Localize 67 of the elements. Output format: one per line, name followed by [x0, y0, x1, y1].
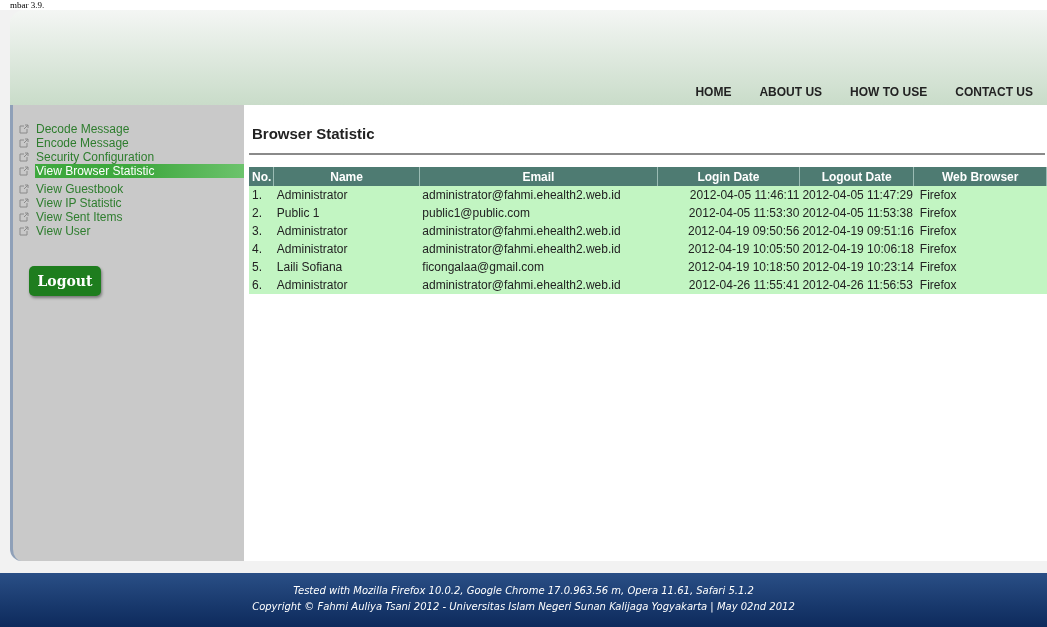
- table-cell: ficongalaa@gmail.com: [419, 258, 658, 276]
- external-link-icon: [19, 138, 29, 148]
- table-cell: Public 1: [273, 204, 420, 222]
- table-cell: 5.: [249, 258, 274, 276]
- footer-text: Tested with Mozilla Firefox 10.0.2, Google Chrome 17.0.963.56 m, Opera 11.61, Safari 5.1.2: [293, 584, 754, 598]
- page-title: Browser Statistic: [251, 124, 376, 144]
- table-cell: 2012-04-19 10:23:14: [799, 258, 914, 276]
- column-header: No.: [249, 167, 274, 186]
- column-header: Login Date: [657, 167, 800, 186]
- table-cell: Firefox: [913, 222, 1047, 240]
- footer-text: Copyright © Fahmi Auliya Tsani 2012 - Universitas Islam Negeri Sunan Kalijaga Yogyakarta | May 02nd 2012: [252, 600, 795, 615]
- column-header: Email: [419, 167, 658, 186]
- table-cell: 2.: [249, 204, 274, 222]
- table-cell: administrator@fahmi.ehealth2.web.id: [419, 186, 658, 204]
- table-cell: 2012-04-19 09:50:56: [657, 222, 800, 240]
- table-cell: Administrator: [273, 222, 420, 240]
- table-cell: 3.: [249, 222, 274, 240]
- table-cell: 2012-04-05 11:53:38: [799, 204, 914, 222]
- sidebar-link[interactable]: Security Configuration: [35, 150, 244, 164]
- sidebar-link[interactable]: Decode Message: [35, 122, 244, 136]
- table-cell: Firefox: [913, 276, 1047, 294]
- table-cell: Administrator: [273, 186, 420, 204]
- external-link-icon: [19, 184, 29, 194]
- column-header: Name: [273, 167, 420, 186]
- table-cell: 2012-04-26 11:56:53: [799, 276, 914, 294]
- table-cell: 2012-04-05 11:46:11: [657, 186, 800, 204]
- table-cell: Laili Sofiana: [273, 258, 420, 276]
- nav-link[interactable]: CONTACT US: [955, 83, 1033, 101]
- sidebar-link[interactable]: View User: [35, 224, 244, 238]
- table-cell: 2012-04-19 10:05:50: [657, 240, 800, 258]
- external-link-icon: [19, 212, 29, 222]
- column-header: Logout Date: [799, 167, 914, 186]
- caption: mbar 3.9.: [10, 0, 45, 10]
- nav-link[interactable]: HOW TO USE: [850, 83, 928, 101]
- external-link-icon: [19, 166, 29, 176]
- nav-link[interactable]: HOME: [695, 83, 732, 101]
- table-cell: 2012-04-26 11:55:41: [657, 276, 800, 294]
- table-cell: administrator@fahmi.ehealth2.web.id: [419, 222, 658, 240]
- sidebar-link[interactable]: View IP Statistic: [35, 196, 244, 210]
- external-link-icon: [19, 198, 29, 208]
- nav-link[interactable]: ABOUT US: [759, 83, 823, 101]
- sidebar-link[interactable]: View Sent Items: [35, 210, 244, 224]
- table-cell: 2012-04-05 11:47:29: [799, 186, 914, 204]
- table-cell: Firefox: [913, 258, 1047, 276]
- table-cell: public1@public.com: [419, 204, 658, 222]
- table-cell: 2012-04-19 10:06:18: [799, 240, 914, 258]
- table-cell: 4.: [249, 240, 274, 258]
- table-cell: 1.: [249, 186, 274, 204]
- column-header: Web Browser: [913, 167, 1047, 186]
- table-cell: 2012-04-05 11:53:30: [657, 204, 800, 222]
- external-link-icon: [19, 152, 29, 162]
- external-link-icon: [19, 124, 29, 134]
- sidebar-link[interactable]: View Guestbook: [35, 182, 244, 196]
- table-cell: 2012-04-19 10:18:50: [657, 258, 800, 276]
- table-cell: Administrator: [273, 276, 420, 294]
- logout-button[interactable]: Logout: [29, 266, 101, 296]
- table-cell: Firefox: [913, 186, 1047, 204]
- table-cell: 2012-04-19 09:51:16: [799, 222, 914, 240]
- table-cell: administrator@fahmi.ehealth2.web.id: [419, 240, 658, 258]
- table-cell: 6.: [249, 276, 274, 294]
- sidebar-link[interactable]: Encode Message: [35, 136, 244, 150]
- table-cell: administrator@fahmi.ehealth2.web.id: [419, 276, 658, 294]
- table-cell: Firefox: [913, 240, 1047, 258]
- external-link-icon: [19, 226, 29, 236]
- table-cell: Administrator: [273, 240, 420, 258]
- table-cell: Firefox: [913, 204, 1047, 222]
- sidebar-link[interactable]: View Browser Statistic: [35, 164, 244, 178]
